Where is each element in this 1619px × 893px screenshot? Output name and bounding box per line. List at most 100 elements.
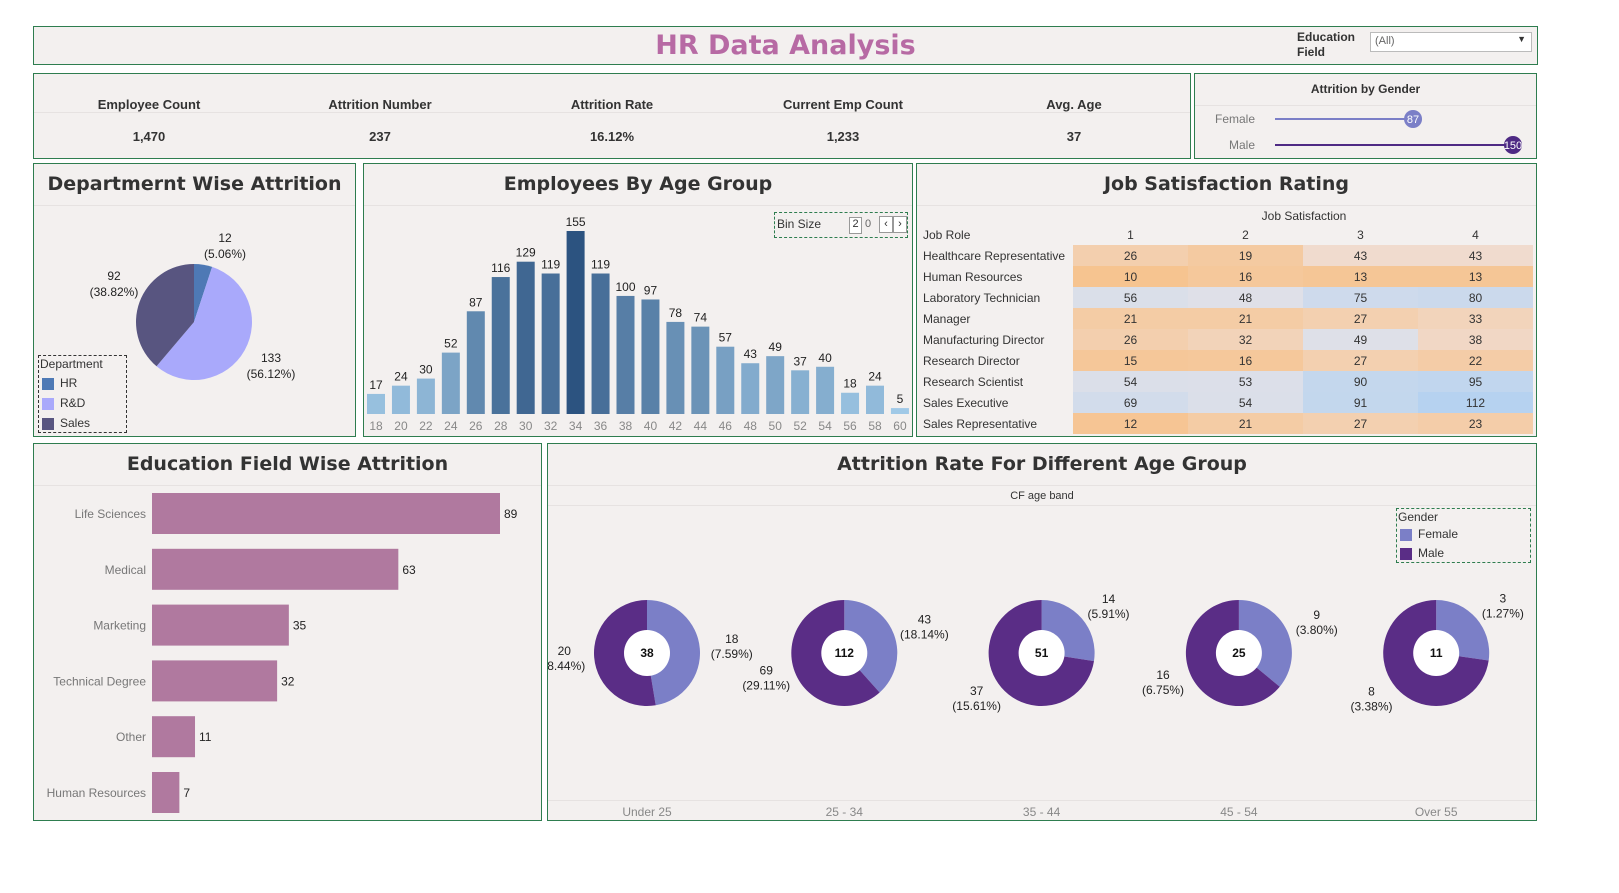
- age-bar[interactable]: [441, 352, 460, 414]
- age-bar[interactable]: [566, 231, 585, 414]
- pie-value-label: 133: [261, 351, 281, 365]
- donut-female-pct: (7.59%): [711, 647, 753, 661]
- heatmap-cell[interactable]: 21: [1188, 308, 1303, 329]
- chevron-down-icon[interactable]: ▼: [1517, 34, 1526, 44]
- dept-legend[interactable]: Department HR R&D Sales: [38, 355, 127, 433]
- heatmap-cell[interactable]: 22: [1418, 350, 1533, 371]
- age-bar[interactable]: [616, 295, 635, 414]
- heatmap-cell[interactable]: 38: [1418, 329, 1533, 350]
- donut-female-value: 18: [725, 632, 739, 646]
- heatmap-cell[interactable]: 91: [1303, 392, 1418, 413]
- heatmap-cell[interactable]: 10: [1073, 266, 1188, 287]
- age-bar[interactable]: [866, 385, 884, 414]
- age-bar[interactable]: [741, 363, 760, 414]
- heatmap-cell[interactable]: 69: [1073, 392, 1188, 413]
- legend-item-rd[interactable]: R&D: [39, 393, 126, 413]
- education-value-label: 89: [504, 507, 518, 521]
- age-tick-label: 46: [719, 419, 733, 433]
- education-bar[interactable]: [152, 660, 278, 702]
- education-bar[interactable]: [152, 493, 500, 534]
- education-bar[interactable]: [152, 548, 399, 590]
- donut-male-pct: (15.61%): [952, 699, 1001, 713]
- age-tick-label: 48: [744, 419, 758, 433]
- age-bar[interactable]: [666, 321, 685, 414]
- age-bar[interactable]: [716, 346, 735, 414]
- age-bar[interactable]: [816, 366, 835, 414]
- heatmap-cell[interactable]: 27: [1303, 308, 1418, 329]
- education-bar[interactable]: [152, 604, 289, 646]
- age-tick-label: 30: [519, 419, 533, 433]
- education-bar[interactable]: [152, 772, 180, 813]
- job-role-label: Laboratory Technician: [923, 290, 1041, 305]
- heatmap-cell[interactable]: 33: [1418, 308, 1533, 329]
- heatmap-cell[interactable]: 56: [1073, 287, 1188, 308]
- heatmap-cell[interactable]: 80: [1418, 287, 1533, 308]
- age-tick-label: 20: [394, 419, 408, 433]
- age-bar[interactable]: [691, 326, 710, 414]
- heatmap-cell[interactable]: 95: [1418, 371, 1533, 392]
- job-role-label: Sales Representative: [923, 416, 1038, 431]
- donut-male-value: 16: [1156, 668, 1170, 682]
- header-panel: HR Data Analysis Education Field (All) ▼: [33, 26, 1538, 65]
- heatmap-cell[interactable]: 43: [1303, 245, 1418, 266]
- heatmap-cell[interactable]: 27: [1303, 413, 1418, 434]
- age-bar[interactable]: [367, 393, 385, 414]
- donut-male-value: 69: [760, 663, 774, 677]
- age-bar-label: 57: [719, 331, 733, 345]
- legend-item-hr[interactable]: HR: [39, 373, 126, 393]
- education-field-dropdown[interactable]: (All) ▼: [1370, 32, 1532, 52]
- age-bar-label: 24: [868, 370, 882, 384]
- heatmap-cell[interactable]: 19: [1188, 245, 1303, 266]
- heatmap-cell[interactable]: 49: [1303, 329, 1418, 350]
- heatmap-cell[interactable]: 32: [1188, 329, 1303, 350]
- heatmap-cell[interactable]: 12: [1073, 413, 1188, 434]
- job-role-label: Sales Executive: [923, 395, 1009, 410]
- age-bar[interactable]: [890, 408, 909, 414]
- heatmap-cell[interactable]: 27: [1303, 350, 1418, 371]
- education-category-label: Life Sciences: [75, 507, 146, 521]
- age-bar[interactable]: [391, 385, 410, 414]
- heatmap-cell[interactable]: 21: [1188, 413, 1303, 434]
- age-bar[interactable]: [791, 370, 810, 414]
- heatmap-cell[interactable]: 26: [1073, 245, 1188, 266]
- age-bar[interactable]: [466, 311, 485, 414]
- heatmap-cell[interactable]: 112: [1418, 392, 1533, 413]
- heatmap-cell[interactable]: 54: [1188, 392, 1303, 413]
- heatmap-cell[interactable]: 23: [1418, 413, 1533, 434]
- donut-female-value: 14: [1102, 592, 1116, 606]
- education-bar[interactable]: [152, 716, 196, 758]
- job-role-label: Human Resources: [923, 269, 1023, 284]
- age-bar[interactable]: [841, 392, 860, 414]
- heatmap-cell[interactable]: 54: [1073, 371, 1188, 392]
- heatmap-cell[interactable]: 26: [1073, 329, 1188, 350]
- age-bar[interactable]: [591, 273, 610, 414]
- age-bar[interactable]: [516, 261, 535, 414]
- education-value-label: 7: [183, 786, 190, 800]
- filter-label: Education Field: [1297, 30, 1356, 59]
- age-bar[interactable]: [416, 378, 435, 414]
- age-bar[interactable]: [541, 273, 560, 414]
- heatmap-cell[interactable]: 21: [1073, 308, 1188, 329]
- heatmap-cell[interactable]: 16: [1188, 266, 1303, 287]
- heatmap-cell[interactable]: 90: [1303, 371, 1418, 392]
- legend-item-sales[interactable]: Sales: [39, 413, 126, 433]
- age-bar[interactable]: [766, 356, 785, 414]
- age-bar[interactable]: [641, 299, 660, 414]
- gender-value: 150: [1504, 140, 1522, 152]
- kpi-value: 37: [1066, 129, 1082, 144]
- donut-male-pct: (8.44%): [548, 659, 585, 673]
- heatmap-cell[interactable]: 13: [1418, 266, 1533, 287]
- heatmap-cell[interactable]: 75: [1303, 287, 1418, 308]
- heatmap-cell[interactable]: 53: [1188, 371, 1303, 392]
- heatmap-cell[interactable]: 48: [1188, 287, 1303, 308]
- age-bar-label: 52: [444, 337, 458, 351]
- pie-pct-label: (38.82%): [90, 285, 139, 299]
- age-bar-label: 43: [744, 347, 758, 361]
- age-bar-label: 5: [897, 392, 904, 406]
- heatmap-cell[interactable]: 15: [1073, 350, 1188, 371]
- heatmap-cell[interactable]: 16: [1188, 350, 1303, 371]
- heatmap-cell[interactable]: 13: [1303, 266, 1418, 287]
- heatmap-cell[interactable]: 43: [1418, 245, 1533, 266]
- age-bar[interactable]: [491, 277, 510, 414]
- kpi-label: Attrition Number: [328, 97, 432, 112]
